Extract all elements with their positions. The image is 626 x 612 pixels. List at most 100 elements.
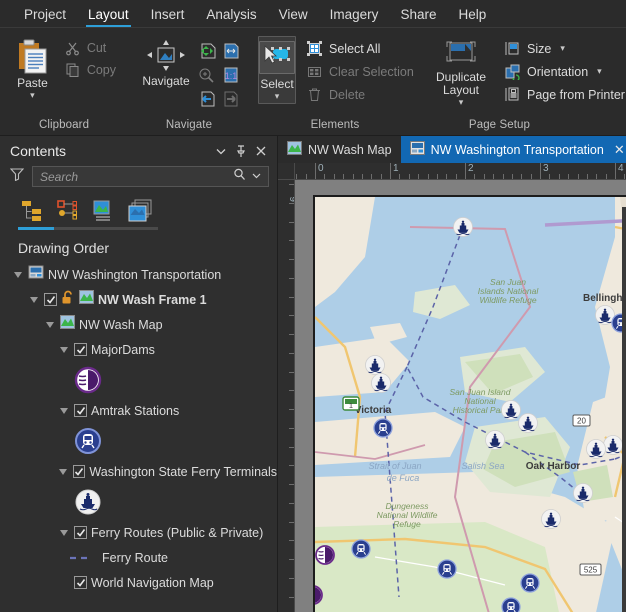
menu-item-view[interactable]: View: [269, 5, 318, 27]
layer-checkbox-ferry-routes[interactable]: [74, 526, 87, 539]
delete-button[interactable]: Delete: [302, 84, 418, 105]
paste-button[interactable]: Paste ▾: [8, 36, 57, 100]
duplicate-layout-button[interactable]: Duplicate Layout ▾: [428, 36, 494, 107]
search-icon[interactable]: [230, 168, 249, 186]
chevron-down-icon[interactable]: [211, 141, 231, 161]
duplicate-layout-chevron-icon[interactable]: ▾: [459, 98, 464, 107]
orientation-button[interactable]: Orientation ▾: [500, 61, 626, 82]
ruler-minor-tick: [390, 174, 391, 179]
ruler-minor-tick: [465, 174, 466, 179]
map-frame[interactable]: San Juan Islands National Wildlife Refug…: [313, 195, 626, 612]
svg-text:1:1: 1:1: [225, 71, 238, 81]
menu-item-analysis[interactable]: Analysis: [196, 5, 266, 27]
view-tab-nw-wash-map[interactable]: NW Wash Map: [278, 136, 401, 163]
menu-item-imagery[interactable]: Imagery: [320, 5, 389, 27]
close-icon[interactable]: [251, 141, 271, 161]
menu-item-insert[interactable]: Insert: [141, 5, 195, 27]
layer-checkbox-ferry-terminals[interactable]: [73, 465, 86, 478]
tree-item-nw-washington-transportation[interactable]: NW Washington Transportation: [6, 262, 277, 287]
select-all-button[interactable]: Select All: [302, 38, 418, 59]
size-chevron-icon[interactable]: ▾: [560, 44, 565, 53]
expand-arrow-icon-5[interactable]: [58, 405, 70, 417]
search-box[interactable]: [32, 166, 269, 187]
dashed-line-symbol-icon: [68, 549, 98, 567]
layout-page[interactable]: San Juan Islands National Wildlife Refug…: [295, 180, 626, 612]
size-label: Size: [527, 41, 552, 56]
zoom-to-selection-button[interactable]: [196, 64, 218, 86]
vruler-minor-tick: [289, 578, 294, 579]
vruler-minor-tick: [289, 559, 294, 560]
tree-label-ferry-route: Ferry Route: [102, 550, 168, 565]
copy-button[interactable]: Copy: [61, 60, 120, 80]
menu-item-project[interactable]: Project: [14, 5, 76, 27]
page-from-printer-button[interactable]: Page from Printer: [500, 84, 626, 105]
view-tab-nw-washington-transportation[interactable]: NW Washington Transportation ✕: [400, 136, 626, 163]
vruler-minor-tick: [289, 278, 294, 279]
full-extent-button[interactable]: [196, 40, 218, 62]
ruler-minor-tick: [549, 174, 550, 179]
tree-label-amtrak: Amtrak Stations: [91, 403, 180, 418]
tree-item-world-navigation-map[interactable]: World Navigation Map: [6, 570, 277, 595]
unlock-icon[interactable]: [61, 290, 75, 310]
expand-arrow-icon-6[interactable]: [58, 466, 69, 478]
vruler-minor-tick: [289, 465, 294, 466]
tab-list-by-map-legend[interactable]: [90, 197, 120, 225]
cut-button[interactable]: Cut: [61, 38, 120, 58]
tree-item-nw-wash-frame-1[interactable]: NW Wash Frame 1: [6, 287, 277, 312]
bookmarks-button[interactable]: 1:1: [220, 64, 242, 86]
tree-label-world-navigation: World Navigation Map: [91, 575, 214, 590]
page-size-icon: [505, 42, 519, 55]
tab-list-by-data-source[interactable]: [54, 197, 84, 225]
layer-checkbox-majordams[interactable]: [74, 343, 87, 356]
orientation-chevron-icon[interactable]: ▾: [597, 67, 602, 76]
ruler-minor-tick: [418, 174, 419, 179]
tree-item-majordams[interactable]: MajorDams: [6, 337, 277, 362]
tab-list-by-drawing-order[interactable]: [18, 197, 48, 225]
menu-item-share[interactable]: Share: [390, 5, 446, 27]
tree-item-ferry-routes[interactable]: Ferry Routes (Public & Private): [6, 520, 277, 545]
tab-list-by-layout-pages[interactable]: [126, 197, 156, 225]
clear-selection-button[interactable]: Clear Selection: [302, 61, 418, 82]
previous-extent-button[interactable]: [196, 88, 218, 110]
ruler-minor-tick: [474, 174, 475, 179]
search-input[interactable]: [40, 169, 230, 184]
expand-arrow-icon-7[interactable]: [58, 527, 70, 539]
ruler-minor-tick: [428, 174, 429, 179]
menu-item-layout[interactable]: Layout: [78, 5, 139, 27]
layer-checkbox-world-navigation[interactable]: [74, 576, 87, 589]
ruler-minor-tick: [343, 174, 344, 179]
layer-checkbox-frame[interactable]: [44, 293, 57, 306]
fixed-zoom-in-button[interactable]: [220, 40, 242, 62]
navigate-button[interactable]: Navigate: [136, 36, 196, 88]
ruler-minor-tick: [371, 174, 372, 179]
ruler-minor-tick: [296, 174, 297, 179]
vertical-scrollbar[interactable]: [622, 207, 626, 612]
horizontal-ruler[interactable]: 0 1 2 3 4: [278, 163, 626, 180]
vertical-ruler[interactable]: 6: [278, 180, 295, 612]
view-tab-label-1: NW Wash Map: [308, 142, 392, 157]
menu-item-help[interactable]: Help: [448, 5, 496, 27]
layer-checkbox-amtrak[interactable]: [74, 404, 87, 417]
select-dropdown-chevron-icon[interactable]: ▾: [275, 92, 280, 101]
filter-icon[interactable]: [8, 167, 26, 186]
expand-arrow-icon-3[interactable]: [44, 319, 56, 331]
size-button[interactable]: Size ▾: [500, 38, 626, 59]
tree-item-nw-wash-map[interactable]: NW Wash Map: [6, 312, 277, 337]
tree-item-ferry-terminals[interactable]: Washington State Ferry Terminals: [6, 459, 277, 484]
paste-dropdown-chevron-icon[interactable]: ▾: [30, 91, 35, 100]
pin-icon[interactable]: [231, 141, 251, 161]
expand-arrow-icon[interactable]: [12, 269, 24, 281]
train-symbol-icon: [75, 428, 101, 454]
ruler-tick-label: 3: [543, 163, 549, 174]
expand-arrow-icon-2[interactable]: [28, 294, 40, 306]
next-extent-button[interactable]: [220, 88, 242, 110]
close-tab-icon[interactable]: ✕: [614, 142, 625, 158]
expand-arrow-icon-4[interactable]: [58, 344, 70, 356]
search-options-chevron-icon[interactable]: [249, 168, 264, 186]
select-button[interactable]: Select ▾: [258, 36, 296, 104]
select-label: Select: [260, 77, 294, 91]
ruler-minor-tick: [446, 174, 447, 179]
drawing-order-heading: Drawing Order: [18, 240, 110, 256]
tree-item-amtrak-stations[interactable]: Amtrak Stations: [6, 398, 277, 423]
ruler-tick-label: 2: [468, 163, 474, 174]
